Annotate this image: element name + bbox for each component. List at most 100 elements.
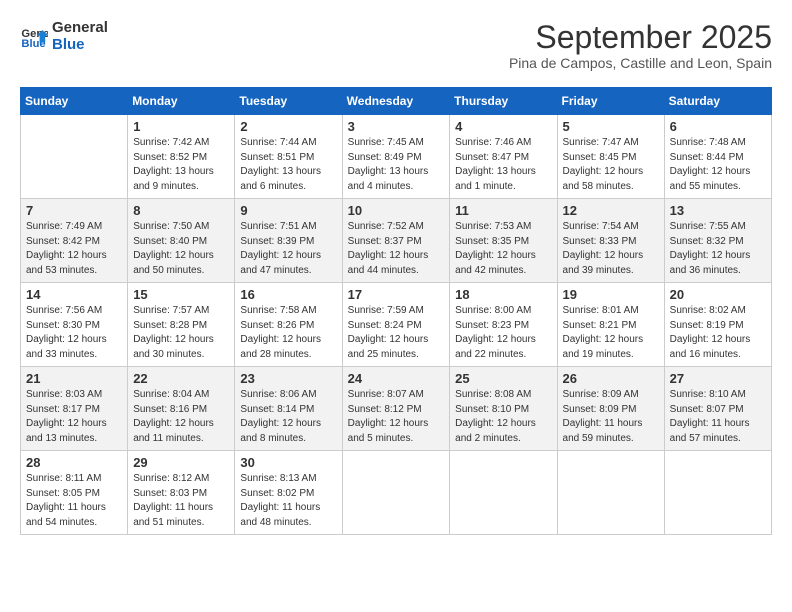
column-header-saturday: Saturday [664, 88, 771, 115]
calendar-day: 20 Sunrise: 8:02 AM Sunset: 8:19 PM Dayli… [664, 283, 771, 367]
day-number: 3 [348, 119, 445, 134]
column-header-friday: Friday [557, 88, 664, 115]
month-title: September 2025 [509, 20, 772, 55]
day-info: Sunrise: 7:54 AM Sunset: 8:33 PM Dayligh… [563, 220, 659, 278]
calendar-table: SundayMondayTuesdayWednesdayThursdayFrid… [20, 87, 772, 535]
day-number: 29 [133, 455, 229, 470]
day-number: 4 [455, 119, 551, 134]
day-info: Sunrise: 8:04 AM Sunset: 8:16 PM Dayligh… [133, 388, 229, 446]
calendar-day: 8 Sunrise: 7:50 AM Sunset: 8:40 PM Daylig… [128, 199, 235, 283]
calendar-day: 11Sunrise: 7:53 AM Sunset: 8:35 PM Dayli… [450, 199, 557, 283]
day-number: 19 [563, 287, 659, 302]
calendar-day: 17Sunrise: 7:59 AM Sunset: 8:24 PM Dayli… [342, 283, 450, 367]
day-number: 21 [26, 371, 122, 386]
day-number: 24 [348, 371, 445, 386]
calendar-day: 5 Sunrise: 7:47 AM Sunset: 8:45 PM Daylig… [557, 115, 664, 199]
day-info: Sunrise: 7:44 AM Sunset: 8:51 PM Dayligh… [240, 136, 336, 194]
day-info: Sunrise: 8:11 AM Sunset: 8:05 PM Dayligh… [26, 472, 122, 530]
day-info: Sunrise: 8:12 AM Sunset: 8:03 PM Dayligh… [133, 472, 229, 530]
calendar-day: 19 Sunrise: 8:01 AM Sunset: 8:21 PM Dayli… [557, 283, 664, 367]
calendar-week-4: 21Sunrise: 8:03 AM Sunset: 8:17 PM Dayli… [21, 367, 772, 451]
logo-general: General [52, 20, 108, 37]
day-info: Sunrise: 7:49 AM Sunset: 8:42 PM Dayligh… [26, 220, 122, 278]
day-number: 6 [670, 119, 766, 134]
calendar-day: 30Sunrise: 8:13 AM Sunset: 8:02 PM Dayli… [235, 451, 342, 535]
column-header-sunday: Sunday [21, 88, 128, 115]
day-number: 1 [133, 119, 229, 134]
calendar-week-5: 28 Sunrise: 8:11 AM Sunset: 8:05 PM Dayli… [21, 451, 772, 535]
day-number: 16 [240, 287, 336, 302]
calendar-week-2: 7 Sunrise: 7:49 AM Sunset: 8:42 PM Daylig… [21, 199, 772, 283]
calendar-day: 7 Sunrise: 7:49 AM Sunset: 8:42 PM Daylig… [21, 199, 128, 283]
calendar-day: 27 Sunrise: 8:10 AM Sunset: 8:07 PM Dayli… [664, 367, 771, 451]
column-header-monday: Monday [128, 88, 235, 115]
day-info: Sunrise: 7:47 AM Sunset: 8:45 PM Dayligh… [563, 136, 659, 194]
calendar-day: 4 Sunrise: 7:46 AM Sunset: 8:47 PM Daylig… [450, 115, 557, 199]
day-info: Sunrise: 7:59 AM Sunset: 8:24 PM Dayligh… [348, 304, 445, 362]
day-number: 28 [26, 455, 122, 470]
day-info: Sunrise: 8:02 AM Sunset: 8:19 PM Dayligh… [670, 304, 766, 362]
day-number: 14 [26, 287, 122, 302]
column-header-tuesday: Tuesday [235, 88, 342, 115]
location: Pina de Campos, Castille and Leon, Spain [509, 55, 772, 71]
calendar-day: 28 Sunrise: 8:11 AM Sunset: 8:05 PM Dayli… [21, 451, 128, 535]
column-header-thursday: Thursday [450, 88, 557, 115]
day-info: Sunrise: 7:56 AM Sunset: 8:30 PM Dayligh… [26, 304, 122, 362]
day-info: Sunrise: 8:08 AM Sunset: 8:10 PM Dayligh… [455, 388, 551, 446]
calendar-day: 12Sunrise: 7:54 AM Sunset: 8:33 PM Dayli… [557, 199, 664, 283]
day-number: 27 [670, 371, 766, 386]
day-info: Sunrise: 7:45 AM Sunset: 8:49 PM Dayligh… [348, 136, 445, 194]
calendar-day: 21Sunrise: 8:03 AM Sunset: 8:17 PM Dayli… [21, 367, 128, 451]
title-block: September 2025 Pina de Campos, Castille … [509, 20, 772, 71]
day-number: 7 [26, 203, 122, 218]
calendar-week-3: 14 Sunrise: 7:56 AM Sunset: 8:30 PM Dayli… [21, 283, 772, 367]
calendar-day: 14 Sunrise: 7:56 AM Sunset: 8:30 PM Dayli… [21, 283, 128, 367]
calendar-day: 22 Sunrise: 8:04 AM Sunset: 8:16 PM Dayli… [128, 367, 235, 451]
day-number: 23 [240, 371, 336, 386]
day-number: 20 [670, 287, 766, 302]
calendar-day: 9Sunrise: 7:51 AM Sunset: 8:39 PM Daylig… [235, 199, 342, 283]
day-info: Sunrise: 7:46 AM Sunset: 8:47 PM Dayligh… [455, 136, 551, 194]
day-number: 8 [133, 203, 229, 218]
calendar-day: 24 Sunrise: 8:07 AM Sunset: 8:12 PM Dayli… [342, 367, 450, 451]
calendar-week-1: 1 Sunrise: 7:42 AM Sunset: 8:52 PM Daylig… [21, 115, 772, 199]
day-info: Sunrise: 7:42 AM Sunset: 8:52 PM Dayligh… [133, 136, 229, 194]
calendar-day: 2Sunrise: 7:44 AM Sunset: 8:51 PM Daylig… [235, 115, 342, 199]
calendar-day: 1 Sunrise: 7:42 AM Sunset: 8:52 PM Daylig… [128, 115, 235, 199]
day-info: Sunrise: 8:01 AM Sunset: 8:21 PM Dayligh… [563, 304, 659, 362]
day-info: Sunrise: 7:57 AM Sunset: 8:28 PM Dayligh… [133, 304, 229, 362]
day-info: Sunrise: 8:13 AM Sunset: 8:02 PM Dayligh… [240, 472, 336, 530]
calendar-day [450, 451, 557, 535]
day-number: 11 [455, 203, 551, 218]
day-info: Sunrise: 7:48 AM Sunset: 8:44 PM Dayligh… [670, 136, 766, 194]
logo-blue: Blue [52, 37, 108, 54]
day-number: 5 [563, 119, 659, 134]
calendar-day: 15 Sunrise: 7:57 AM Sunset: 8:28 PM Dayli… [128, 283, 235, 367]
day-number: 10 [348, 203, 445, 218]
page-header: General Blue General Blue September 2025… [20, 20, 772, 71]
logo: General Blue General Blue [20, 20, 108, 53]
column-header-wednesday: Wednesday [342, 88, 450, 115]
day-number: 22 [133, 371, 229, 386]
day-number: 26 [563, 371, 659, 386]
calendar-header-row: SundayMondayTuesdayWednesdayThursdayFrid… [21, 88, 772, 115]
day-number: 18 [455, 287, 551, 302]
calendar-day [664, 451, 771, 535]
day-info: Sunrise: 7:50 AM Sunset: 8:40 PM Dayligh… [133, 220, 229, 278]
calendar-day: 16 Sunrise: 7:58 AM Sunset: 8:26 PM Dayli… [235, 283, 342, 367]
calendar-day: 6 Sunrise: 7:48 AM Sunset: 8:44 PM Daylig… [664, 115, 771, 199]
day-info: Sunrise: 8:07 AM Sunset: 8:12 PM Dayligh… [348, 388, 445, 446]
day-number: 15 [133, 287, 229, 302]
day-info: Sunrise: 8:09 AM Sunset: 8:09 PM Dayligh… [563, 388, 659, 446]
calendar-day: 18Sunrise: 8:00 AM Sunset: 8:23 PM Dayli… [450, 283, 557, 367]
day-info: Sunrise: 7:52 AM Sunset: 8:37 PM Dayligh… [348, 220, 445, 278]
calendar-day: 26 Sunrise: 8:09 AM Sunset: 8:09 PM Dayli… [557, 367, 664, 451]
day-number: 25 [455, 371, 551, 386]
calendar-day [557, 451, 664, 535]
day-info: Sunrise: 8:10 AM Sunset: 8:07 PM Dayligh… [670, 388, 766, 446]
day-info: Sunrise: 7:58 AM Sunset: 8:26 PM Dayligh… [240, 304, 336, 362]
calendar-day: 25 Sunrise: 8:08 AM Sunset: 8:10 PM Dayli… [450, 367, 557, 451]
day-number: 9 [240, 203, 336, 218]
calendar-day: 23Sunrise: 8:06 AM Sunset: 8:14 PM Dayli… [235, 367, 342, 451]
calendar-day: 13Sunrise: 7:55 AM Sunset: 8:32 PM Dayli… [664, 199, 771, 283]
